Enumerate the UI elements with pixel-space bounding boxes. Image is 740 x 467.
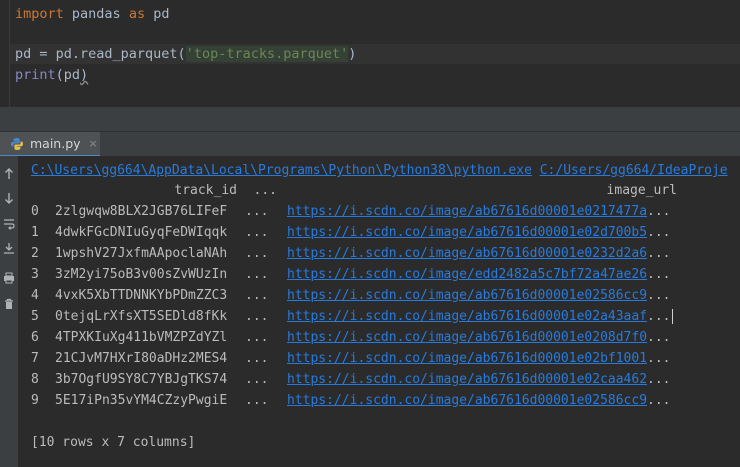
url-truncation: ... (647, 351, 671, 366)
dataframe-row: 0 2zlgwqw8BLX2JGB76LIFeF... https://i.scdn… (31, 201, 671, 222)
track-id-cell: 4TPXKIuXg411bVMZPZdYZl (55, 330, 228, 345)
code-line-1[interactable]: import pandas as pd (15, 4, 169, 24)
row-ellipsis: ... (245, 267, 269, 282)
row-ellipsis: ... (245, 351, 269, 366)
track-id-cell: 5E17iPn35vYM4CZzyPwgiE (55, 393, 228, 408)
image-url-link[interactable]: https://i.scdn.co/image/ab67616d00001e02… (287, 285, 647, 306)
image-url-link[interactable]: https://i.scdn.co/image/ab67616d00001e02… (287, 369, 647, 390)
assignment-text: pd = pd.read_parquet( (15, 46, 186, 62)
row-index: 5 (31, 309, 39, 324)
code-editor[interactable]: import pandas as pd pd = pd.read_parquet… (0, 0, 740, 107)
row-ellipsis: ... (245, 309, 269, 324)
dataframe-summary: [10 rows x 7 columns] (31, 435, 196, 450)
string-literal: 'top-tracks.parquet' (185, 46, 349, 62)
close-paren-warning: ) (80, 67, 89, 83)
image-url-link[interactable]: https://i.scdn.co/image/ab67616d00001e02… (287, 201, 647, 222)
url-truncation: ... (647, 288, 671, 303)
panel-separator (0, 107, 740, 131)
track-id-cell: 0tejqLrXfsXT5SEDld8fKk (55, 309, 228, 324)
trash-icon[interactable] (0, 294, 18, 314)
run-command-line: C:\Users\gg664\AppData\Local\Programs\Py… (31, 160, 728, 181)
track-id-cell: 3b7OgfU9SY8C7YBJgTKS74 (55, 372, 228, 387)
dataframe-row: 7 21CJvM7HXrI80aDHz2MES4... https://i.scdn… (31, 348, 671, 369)
close-tab-icon[interactable]: × (89, 137, 98, 150)
dataframe-row: 4 4vxK5XbTTDNNKYbPDmZZC3... https://i.scdn… (31, 285, 671, 306)
column-header-track-id: track_id (174, 183, 237, 198)
print-icon[interactable] (0, 268, 18, 288)
dataframe-row: 1 4dwkFGcDNIuGyqFeDWIqqk... https://i.scdn… (31, 222, 671, 243)
run-tab-bar: main.py × (0, 131, 740, 157)
row-ellipsis: ... (245, 330, 269, 345)
row-ellipsis: ... (245, 288, 269, 303)
alias-name: pd (145, 6, 170, 22)
soft-wrap-icon[interactable] (0, 214, 18, 234)
row-ellipsis: ... (245, 225, 269, 240)
keyword-import: import (15, 6, 64, 22)
url-truncation: ... (647, 267, 671, 282)
console-toolbar (0, 156, 18, 467)
dataframe-row: 8 3b7OgfU9SY8C7YBJgTKS74... https://i.scdn… (31, 369, 671, 390)
dataframe-row: 3 3zM2yi75oB3v00sZvWUzIn... https://i.scdn… (31, 264, 671, 285)
dataframe-header: track_id... image_url (31, 180, 677, 201)
track-id-cell: 2zlgwqw8BLX2JGB76LIFeF (55, 204, 228, 219)
track-id-cell: 21CJvM7HXrI80aDHz2MES4 (55, 351, 228, 366)
image-url-link[interactable]: https://i.scdn.co/image/ab67616d00001e02… (287, 327, 647, 348)
dataframe-row: 6 4TPXKIuXg411bVMZPZdYZl... https://i.scdn… (31, 327, 671, 348)
dataframe-row: 2 1wpshV27JxfmAApoclaNAh... https://i.scdn… (31, 243, 671, 264)
row-index: 7 (31, 351, 39, 366)
row-ellipsis: ... (245, 246, 269, 261)
image-url-link[interactable]: https://i.scdn.co/image/ab67616d00001e02… (287, 243, 647, 264)
image-url-link[interactable]: https://i.scdn.co/image/ab67616d00001e02… (287, 348, 647, 369)
arrow-up-icon[interactable] (0, 164, 18, 184)
track-id-cell: 4vxK5XbTTDNNKYbPDmZZC3 (55, 288, 228, 303)
url-truncation: ... (647, 330, 671, 345)
print-argument: pd (63, 67, 81, 83)
code-line-3[interactable]: pd = pd.read_parquet('top-tracks.parquet… (10, 44, 740, 64)
row-ellipsis: ... (245, 372, 269, 387)
image-url-link[interactable]: https://i.scdn.co/image/ab67616d00001e02… (287, 390, 647, 411)
row-index: 9 (31, 393, 39, 408)
url-truncation: ... (647, 225, 671, 240)
keyword-as: as (128, 6, 146, 22)
open-paren: ( (55, 67, 64, 83)
row-index: 3 (31, 267, 39, 282)
code-line-4[interactable]: print(pd) (15, 65, 88, 85)
script-path-link[interactable]: C:/Users/gg664/IdeaProje (540, 163, 728, 178)
text-cursor (671, 309, 673, 324)
arrow-down-icon[interactable] (0, 188, 18, 208)
url-truncation: ... (647, 393, 671, 408)
row-index: 8 (31, 372, 39, 387)
row-index: 6 (31, 330, 39, 345)
url-truncation: ... (647, 309, 671, 324)
url-truncation: ... (647, 204, 671, 219)
column-header-image-url: image_url (606, 183, 677, 198)
run-tab-label: main.py (30, 136, 81, 151)
track-id-cell: 3zM2yi75oB3v00sZvWUzIn (55, 267, 228, 282)
run-console[interactable]: C:\Users\gg664\AppData\Local\Programs\Py… (0, 156, 740, 467)
dataframe-row: 9 5E17iPn35vYM4CZzyPwgiE... https://i.scdn… (31, 390, 671, 411)
module-name: pandas (63, 6, 129, 22)
row-index: 0 (31, 204, 39, 219)
image-url-link[interactable]: https://i.scdn.co/image/edd2482a5c7bf72a… (287, 264, 647, 285)
row-index: 2 (31, 246, 39, 261)
column-header-ellipsis: ... (253, 183, 277, 198)
row-index: 1 (31, 225, 39, 240)
python-icon (10, 137, 24, 151)
track-id-cell: 4dwkFGcDNIuGyqFeDWIqqk (55, 225, 228, 240)
run-tab-main[interactable]: main.py × (0, 132, 100, 157)
dataframe-row: 5 0tejqLrXfsXT5SEDld8fKk... https://i.scdn… (31, 306, 673, 327)
closing-paren: ) (348, 46, 357, 62)
image-url-link[interactable]: https://i.scdn.co/image/ab67616d00001e02… (287, 222, 647, 243)
python-exe-link[interactable]: C:\Users\gg664\AppData\Local\Programs\Py… (31, 163, 532, 178)
url-truncation: ... (647, 372, 671, 387)
row-ellipsis: ... (245, 393, 269, 408)
image-url-link[interactable]: https://i.scdn.co/image/ab67616d00001e02… (287, 306, 647, 327)
track-id-cell: 1wpshV27JxfmAApoclaNAh (55, 246, 228, 261)
row-ellipsis: ... (245, 204, 269, 219)
print-function: print (15, 67, 56, 83)
scroll-to-end-icon[interactable] (0, 238, 18, 258)
url-truncation: ... (647, 246, 671, 261)
row-index: 4 (31, 288, 39, 303)
